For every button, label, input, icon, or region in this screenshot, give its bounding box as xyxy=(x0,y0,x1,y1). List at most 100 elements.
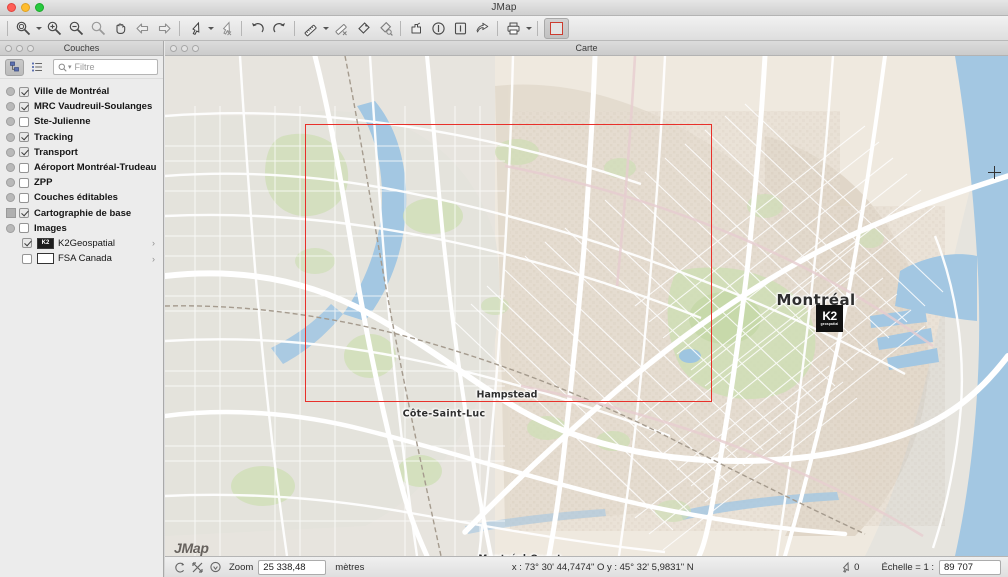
redo-icon[interactable] xyxy=(268,18,290,39)
layer-filter-placeholder: Filtre xyxy=(75,62,95,72)
scale-label: Échelle = 1 : xyxy=(881,562,934,573)
minimize-window-button[interactable] xyxy=(21,3,30,12)
scale-value-input[interactable]: 89 707 xyxy=(939,560,1001,575)
layer-tree-row[interactable]: Tracking xyxy=(0,130,163,145)
map-canvas[interactable]: Montréal Hampstead Côte-Saint-Luc Montré… xyxy=(165,56,1008,556)
layer-detail-chevron-icon[interactable]: › xyxy=(152,238,155,248)
layer-visibility-checkbox[interactable] xyxy=(19,208,29,218)
list-view-button[interactable] xyxy=(27,59,46,76)
layer-visibility-checkbox[interactable] xyxy=(19,178,29,188)
selection-count-icon xyxy=(836,558,854,576)
layer-expander-plus-icon[interactable] xyxy=(5,162,16,173)
layer-visibility-checkbox[interactable] xyxy=(19,87,29,97)
layer-tree-row[interactable]: FSA Canada› xyxy=(0,251,163,266)
layer-visibility-checkbox[interactable] xyxy=(22,254,32,264)
map-basemap-artwork xyxy=(165,56,1008,556)
select-tool-dropdown-arrow[interactable] xyxy=(206,18,215,39)
tooltip-icon[interactable] xyxy=(206,558,224,576)
layer-thumbnail-k2-icon: K2 xyxy=(37,238,54,249)
map-coordinates-readout: x : 73° 30' 44,7474" O y : 45° 32' 5,983… xyxy=(512,562,694,573)
k2-watermark-sub: geospatial xyxy=(821,323,839,326)
layer-tree-row[interactable]: Aéroport Montréal-Trudeau xyxy=(0,160,163,175)
layer-expander-plus-icon[interactable] xyxy=(5,177,16,188)
layer-visibility-checkbox[interactable] xyxy=(19,193,29,203)
rectangle-select-tool[interactable] xyxy=(544,18,569,39)
zoom-value-input[interactable]: 25 338,48 xyxy=(258,560,326,575)
layer-expander-plus-icon[interactable] xyxy=(5,223,16,234)
layer-tree-row[interactable]: Couches éditables xyxy=(0,190,163,205)
layer-visibility-checkbox[interactable] xyxy=(19,147,29,157)
zoom-out-icon[interactable] xyxy=(65,18,87,39)
layer-detail-chevron-icon[interactable]: › xyxy=(152,254,155,264)
layer-expander-plus-icon[interactable] xyxy=(5,101,16,112)
zoom-window-button[interactable] xyxy=(35,3,44,12)
back-arrow-icon[interactable] xyxy=(131,18,153,39)
window-title: JMap xyxy=(0,2,1008,13)
layer-visibility-checkbox[interactable] xyxy=(22,238,32,248)
layer-expander-plus-icon[interactable] xyxy=(5,86,16,97)
zoom-extent-icon[interactable] xyxy=(87,18,109,39)
print-icon[interactable] xyxy=(502,18,524,39)
layer-tree-row[interactable]: Ville de Montréal xyxy=(0,84,163,99)
layer-tree-row[interactable]: Cartographie de base xyxy=(0,206,163,221)
toolbar-separator xyxy=(241,21,242,36)
tree-view-button[interactable] xyxy=(5,59,24,76)
layer-tree-row-label: Aéroport Montréal-Trudeau xyxy=(34,162,156,173)
layer-filter-input[interactable]: ▾ Filtre xyxy=(53,59,158,75)
refresh-icon[interactable] xyxy=(170,558,188,576)
layer-tree-row-label: ZPP xyxy=(34,177,52,188)
map-window: Carte xyxy=(165,41,1008,556)
map-window-title: Carte xyxy=(165,43,1008,53)
zoom-in-icon[interactable] xyxy=(43,18,65,39)
zoom-units-label: mètres xyxy=(335,562,364,573)
layer-tree-row[interactable]: K2K2Geospatial› xyxy=(0,236,163,251)
pan-hand-icon[interactable] xyxy=(109,18,131,39)
layers-panel-title: Couches xyxy=(0,43,163,53)
print-dropdown-arrow[interactable] xyxy=(524,18,533,39)
layer-visibility-checkbox[interactable] xyxy=(19,132,29,142)
zoom-tool-dropdown-arrow[interactable] xyxy=(34,18,43,39)
layers-panel-toolbar: ▾ Filtre xyxy=(0,56,163,79)
layer-tree-row[interactable]: Images xyxy=(0,221,163,236)
layer-visibility-checkbox[interactable] xyxy=(19,223,29,233)
thematic-icon[interactable] xyxy=(405,18,427,39)
close-window-button[interactable] xyxy=(7,3,16,12)
measure-tool-dropdown-arrow[interactable] xyxy=(321,18,330,39)
tag-icon[interactable] xyxy=(352,18,374,39)
layer-tree-row[interactable]: ZPP xyxy=(0,175,163,190)
zoom-tool-icon[interactable] xyxy=(12,18,34,39)
layer-expander-plus-icon[interactable] xyxy=(5,116,16,127)
report-icon[interactable] xyxy=(471,18,493,39)
map-window-header: Carte xyxy=(165,41,1008,56)
layer-tree-row-label: Transport xyxy=(34,147,78,158)
search-icon xyxy=(58,63,67,72)
layer-tree-row[interactable]: Transport xyxy=(0,145,163,160)
info-icon[interactable] xyxy=(427,18,449,39)
main-toolbar xyxy=(0,16,1008,41)
toolbar-separator xyxy=(400,21,401,36)
layer-visibility-checkbox[interactable] xyxy=(19,117,29,127)
layer-expander-plus-icon[interactable] xyxy=(5,132,16,143)
layer-tree-row[interactable]: Ste-Julienne xyxy=(0,114,163,129)
attributes-icon[interactable] xyxy=(449,18,471,39)
tag-search-icon[interactable] xyxy=(374,18,396,39)
fullextent-icon[interactable] xyxy=(188,558,206,576)
select-arrow-icon[interactable] xyxy=(184,18,206,39)
toolbar-separator xyxy=(294,21,295,36)
layer-tree-row-label: Tracking xyxy=(34,132,73,143)
measure-area-icon[interactable] xyxy=(330,18,352,39)
layer-expander-plus-icon[interactable] xyxy=(5,147,16,158)
forward-arrow-icon[interactable] xyxy=(153,18,175,39)
layer-expander-square-icon[interactable] xyxy=(5,208,16,219)
undo-icon[interactable] xyxy=(246,18,268,39)
window-traffic-lights xyxy=(7,3,44,12)
layer-visibility-checkbox[interactable] xyxy=(19,163,29,173)
layer-tree-row[interactable]: MRC Vaudreuil-Soulanges xyxy=(0,99,163,114)
measure-ruler-icon[interactable] xyxy=(299,18,321,39)
jmap-watermark: JMap xyxy=(174,540,209,556)
layers-panel-footer xyxy=(0,541,164,577)
layer-visibility-checkbox[interactable] xyxy=(19,102,29,112)
search-dropdown-arrow[interactable]: ▾ xyxy=(68,63,72,71)
deselect-arrow-icon[interactable] xyxy=(215,18,237,39)
layer-expander-plus-icon[interactable] xyxy=(5,192,16,203)
